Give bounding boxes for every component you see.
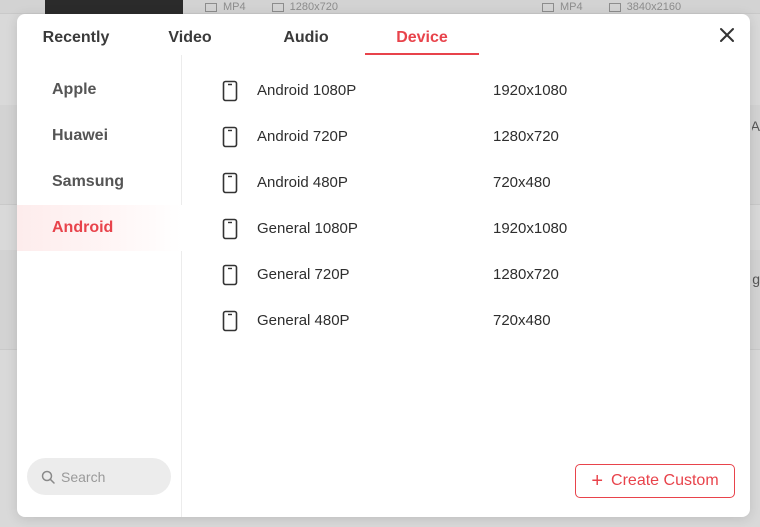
background-format: MP4 <box>223 0 246 13</box>
sidebar-item-android[interactable]: Android <box>17 205 182 251</box>
tab-audio[interactable]: Audio <box>260 14 352 55</box>
preset-row[interactable]: Android 480P 720x480 <box>182 159 750 205</box>
preset-row[interactable]: General 480P 720x480 <box>182 297 750 343</box>
preset-resolution: 720x480 <box>493 173 551 191</box>
preset-name: Android 1080P <box>257 81 357 99</box>
sidebar-item-apple[interactable]: Apple <box>17 67 182 113</box>
tab-device[interactable]: Device <box>365 14 479 55</box>
phone-icon <box>222 80 238 102</box>
search-box[interactable] <box>27 458 171 495</box>
format-tabs: Recently Video Audio Device <box>17 14 750 55</box>
preset-row[interactable]: Android 720P 1280x720 <box>182 113 750 159</box>
background-meta-right: MP4 3840x2160 <box>542 0 681 14</box>
sidebar-item-huawei[interactable]: Huawei <box>17 113 182 159</box>
create-custom-button[interactable]: + Create Custom <box>575 464 735 498</box>
background-format: MP4 <box>560 0 583 13</box>
preset-name: General 1080P <box>257 219 358 237</box>
create-custom-label: Create Custom <box>611 472 719 489</box>
preset-resolution: 720x480 <box>493 311 551 329</box>
sidebar-item-samsung[interactable]: Samsung <box>17 159 182 205</box>
background-edge-text: g <box>752 271 760 287</box>
search-input[interactable] <box>61 468 161 485</box>
phone-icon <box>222 310 238 332</box>
plus-icon: + <box>591 470 604 492</box>
close-icon <box>720 28 734 42</box>
preset-name: Android 480P <box>257 173 348 191</box>
close-button[interactable] <box>716 24 738 46</box>
background-meta-left: MP4 1280x720 <box>205 0 338 14</box>
phone-icon <box>222 218 238 240</box>
preset-name: General 480P <box>257 311 350 329</box>
preset-name: General 720P <box>257 265 350 283</box>
preset-resolution: 1920x1080 <box>493 219 568 237</box>
background-thumbnail <box>45 0 183 14</box>
tab-recently[interactable]: Recently <box>30 14 122 55</box>
resolution-icon <box>608 2 621 12</box>
background-resolution: 1280x720 <box>289 0 338 13</box>
preset-row[interactable]: Android 1080P 1920x1080 <box>182 67 750 113</box>
background-resolution: 3840x2160 <box>626 0 682 13</box>
background-edge-text: CIA <box>752 118 760 134</box>
preset-resolution: 1280x720 <box>493 265 559 283</box>
phone-icon <box>222 264 238 286</box>
preset-row[interactable]: General 1080P 1920x1080 <box>182 205 750 251</box>
preset-row[interactable]: General 720P 1280x720 <box>182 251 750 297</box>
search-icon <box>41 470 55 484</box>
preset-name: Android 720P <box>257 127 348 145</box>
preset-resolution: 1280x720 <box>493 127 559 145</box>
file-icon <box>542 2 554 12</box>
device-brand-sidebar: Apple Huawei Samsung Android <box>17 55 182 517</box>
phone-icon <box>222 126 238 148</box>
format-picker-dialog: Recently Video Audio Device Apple Huawei… <box>17 14 750 517</box>
preset-resolution: 1920x1080 <box>493 81 568 99</box>
file-icon <box>205 2 217 12</box>
resolution-icon <box>271 2 284 12</box>
tab-video[interactable]: Video <box>144 14 236 55</box>
phone-icon <box>222 172 238 194</box>
